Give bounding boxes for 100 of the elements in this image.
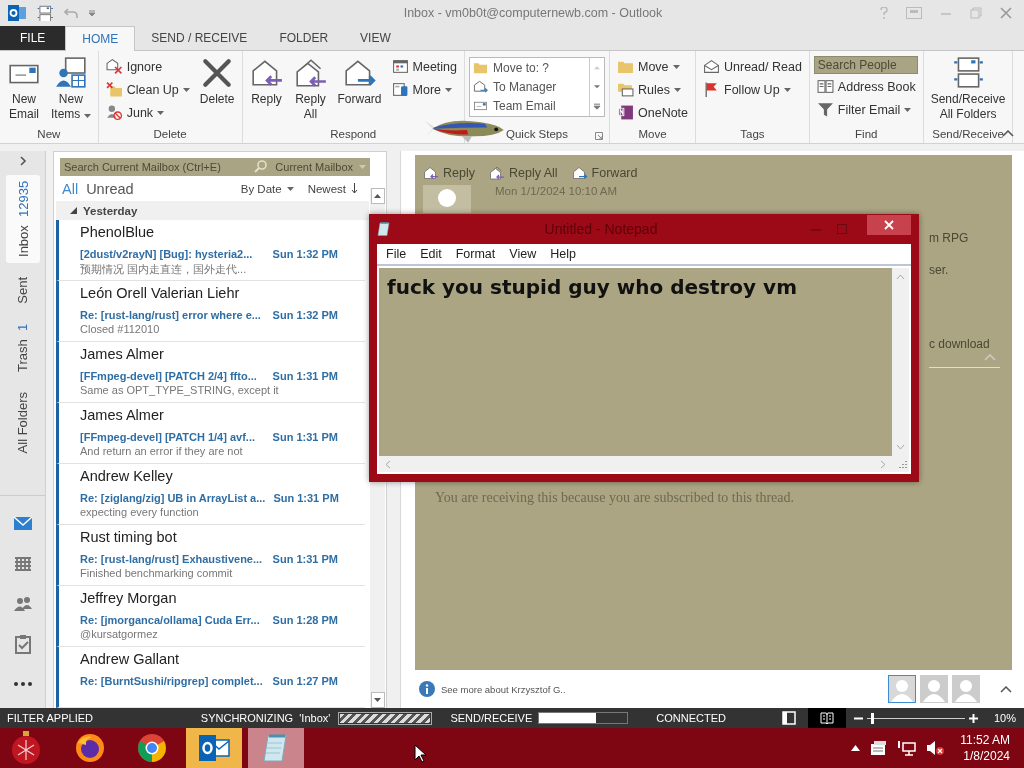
action-center-icon[interactable]	[870, 740, 889, 756]
quick-step[interactable]: To Manager	[470, 77, 589, 96]
ribbon-button[interactable]: New Items	[48, 54, 94, 127]
message-item[interactable]: PhenolBlue [2dust/v2rayN] [Bug]: hysteria2... Sun 1:32 PM 预期情况 国内走直连，国外走代...	[56, 220, 365, 281]
reply-icon	[423, 165, 439, 181]
menu-item[interactable]: File	[379, 247, 414, 261]
clock[interactable]: 11:52 AM 1/8/2024	[960, 732, 1010, 764]
scroll-down-icon[interactable]	[896, 444, 905, 450]
message-time: Sun 1:27 PM	[272, 674, 338, 687]
send-receive-icon[interactable]	[36, 5, 54, 21]
close-button[interactable]	[867, 215, 911, 235]
mailbox-search-field[interactable]: Search Current Mailbox (Ctrl+E) Current Mailbox	[60, 158, 370, 176]
message-preview: Finished benchmarking commit	[80, 567, 234, 581]
dialog-launcher-icon[interactable]	[595, 132, 603, 140]
mail-folder-item[interactable]: Sent	[11, 270, 34, 310]
ribbon-tab[interactable]: VIEW	[344, 26, 407, 50]
collapse-ribbon-icon[interactable]	[1002, 130, 1014, 137]
close-icon[interactable]	[1000, 7, 1012, 19]
view-button[interactable]	[807, 708, 846, 728]
mail-folder-item[interactable]: Trash 1	[11, 317, 34, 378]
people-icon[interactable]	[12, 594, 33, 614]
message-item[interactable]: James Almer [FFmpeg-devel] [PATCH 1/4] avf... Sun 1:31 PM And return an error if they are not	[56, 403, 365, 464]
collapse-group-icon[interactable]	[70, 207, 77, 215]
browser-icon	[75, 733, 105, 763]
scroll-up-icon[interactable]	[896, 274, 905, 280]
text-area[interactable]: fuck you stupid guy who destroy vm	[379, 268, 892, 456]
calendar-icon[interactable]	[12, 554, 33, 574]
unread-count: 12935	[15, 181, 30, 218]
ribbon-button[interactable]: Ignore	[102, 56, 193, 77]
mail-folder-item[interactable]: All Folders	[11, 385, 34, 460]
message-item[interactable]: James Almer [FFmpeg-devel] [PATCH 2/4] ffto... Sun 1:31 PM Same as OPT_TYPE_STRING, except it	[56, 342, 365, 403]
filter-tab[interactable]: Unread	[86, 180, 142, 197]
search-people-field[interactable]: Search People	[813, 56, 918, 74]
message-subject: Re: [BurntSushi/ripgrep] complet...	[80, 674, 264, 687]
reading-action[interactable]: Reply	[423, 165, 475, 181]
caret-icon	[83, 114, 91, 118]
ribbon-button[interactable]: More	[388, 79, 460, 100]
menu-item[interactable]: Help	[543, 247, 583, 261]
ribbon-button[interactable]: Unread/ Read	[700, 56, 805, 77]
scroll-down-button[interactable]	[370, 692, 385, 708]
search-scope-dropdown[interactable]: Current Mailbox	[275, 161, 366, 173]
caret-icon	[359, 165, 366, 169]
sync-status: SYNCHRONIZING 'Inbox'	[200, 712, 331, 724]
zoom-in-icon[interactable]	[968, 713, 978, 723]
avatar-icon	[423, 185, 471, 213]
ribbon-tab[interactable]: SEND / RECEIVE	[135, 26, 264, 50]
message-preview: Closed #112010	[80, 323, 161, 337]
ribbon-tab[interactable]: HOME	[65, 26, 136, 51]
group-label: Find	[855, 128, 878, 140]
sort-dropdown[interactable]: By Date	[240, 182, 294, 195]
message-item[interactable]: León Orell Valerian Liehr Re: [rust-lang/rust] error where e... Sun 1:32 PM Closed #112010	[56, 281, 365, 342]
message-item[interactable]: Andrew Kelley Re: [ziglang/zig] UB in ArrayList a... Sun 1:31 PM expecting every function	[56, 464, 365, 525]
quick-step[interactable]: Team Email	[470, 96, 589, 115]
ribbon-button[interactable]: Filter Email	[813, 99, 919, 120]
browser-icon	[137, 733, 167, 763]
ribbon-button[interactable]: Clean Up	[102, 79, 193, 100]
ribbon-button[interactable]: Junk	[102, 102, 193, 123]
message-preview: 预期情况 国内走直连，国外走代...	[80, 262, 248, 277]
reading-action[interactable]: Forward	[571, 165, 638, 181]
message-item[interactable]: Jeffrey Morgan Re: [jmorganca/ollama] Cuda Err... Sun 1:28 PM @kursatgormez	[56, 586, 365, 647]
app-icon[interactable]	[8, 5, 26, 21]
customize-icon[interactable]	[88, 9, 96, 17]
caret-icon	[672, 64, 680, 69]
ribbon-button[interactable]: Address Book	[813, 76, 919, 97]
ribbon-button[interactable]: Move	[614, 56, 692, 77]
ribbon-button[interactable]: Send/Receive All Folders	[927, 54, 1009, 127]
sort-order-button[interactable]: Newest	[307, 182, 358, 195]
menu-item[interactable]: Edit	[413, 247, 449, 261]
ribbon-tab[interactable]: FILE	[0, 26, 66, 50]
person-avatar[interactable]	[888, 675, 916, 703]
menu-item[interactable]: Format	[448, 247, 503, 261]
expand-icon[interactable]	[18, 155, 27, 167]
ribbon-button[interactable]: Reply All	[290, 54, 331, 127]
menu-item[interactable]: View	[502, 247, 544, 261]
muted-speaker-icon[interactable]	[926, 740, 945, 756]
taskbar-button[interactable]	[186, 728, 242, 768]
show-hidden-icons-icon[interactable]	[851, 745, 861, 751]
ribbon-button[interactable]: Rules	[614, 79, 692, 100]
ribbon-button[interactable]: Forward	[334, 54, 385, 127]
quick-step[interactable]: Move to: ?	[470, 58, 589, 77]
scroll-up-button[interactable]	[370, 188, 385, 204]
filter-tab[interactable]: All	[62, 180, 87, 197]
ribbon-button[interactable]: OneNote	[614, 102, 692, 123]
ribbon-tab[interactable]: FOLDER	[263, 26, 345, 50]
ribbon-button[interactable]: Delete	[196, 54, 238, 127]
expand-people-icon[interactable]	[1000, 685, 1012, 693]
ribbon-button[interactable]: New Email	[4, 54, 44, 127]
ribbon-button[interactable]: Follow Up	[700, 79, 805, 100]
message-item[interactable]: Rust timing bot Re: [rust-lang/rust] Exhaustivene... Sun 1:31 PM Finished benchmarking commit	[56, 525, 365, 586]
zoom-thumb[interactable]	[870, 712, 874, 724]
message-subject: Re: [rust-lang/rust] Exhaustivene...	[80, 552, 264, 565]
search-input[interactable]: Search Current Mailbox (Ctrl+E)	[64, 161, 247, 173]
ribbon-button[interactable]: Reply	[246, 54, 287, 127]
group-label: Send/Receive	[932, 128, 1004, 140]
tasks-icon[interactable]	[12, 634, 33, 654]
ribbon-button[interactable]: Meeting	[388, 56, 460, 77]
network-icon[interactable]	[898, 740, 917, 756]
message-subject: [2dust/v2rayN] [Bug]: hysteria2...	[80, 247, 254, 260]
reading-action[interactable]: Reply All	[488, 165, 558, 181]
mail-folder-item[interactable]: Inbox 12935	[5, 175, 40, 263]
